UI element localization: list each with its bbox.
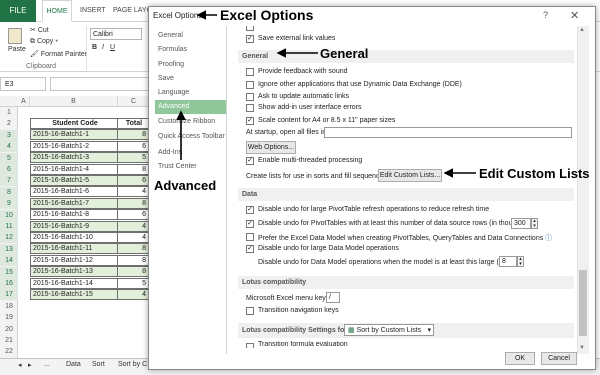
annotation-excel-options: Excel Options (220, 7, 314, 23)
annotation-general: General (320, 46, 369, 61)
annotation-advanced: Advanced (154, 178, 217, 193)
annotation-arrows (176, 10, 476, 178)
annotation-edit-custom-lists: Edit Custom Lists (479, 166, 590, 181)
